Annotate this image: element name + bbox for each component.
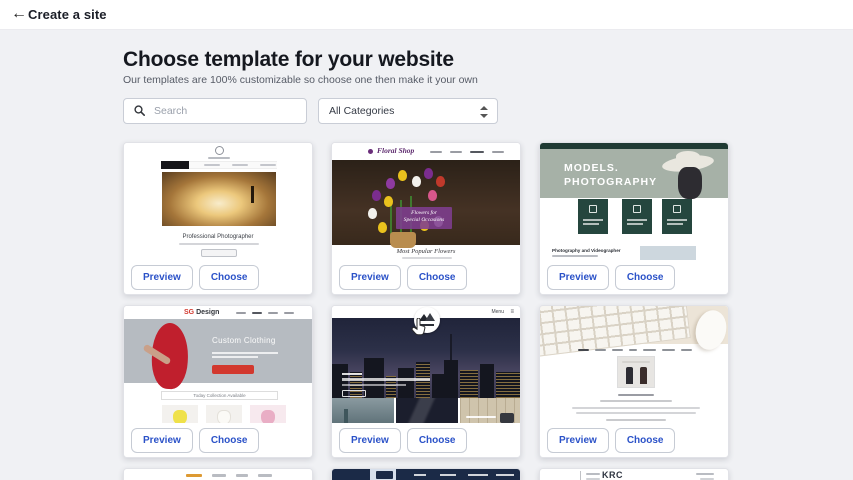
template-thumbnail-models[interactable]: MODELS. PHOTOGRAPHY Photography and Vide… bbox=[540, 143, 728, 262]
category-dropdown[interactable]: All Categories bbox=[318, 98, 498, 124]
template-cta-button bbox=[201, 249, 237, 257]
product-thumb-yellow-dress bbox=[162, 405, 198, 425]
choose-button[interactable]: Choose bbox=[615, 265, 676, 290]
top-bar: ← Create a site bbox=[0, 0, 853, 30]
template-thumbnail-photographer[interactable]: Professional Photographer bbox=[124, 143, 312, 262]
feature-box-3 bbox=[662, 199, 692, 234]
tower-spire bbox=[450, 334, 452, 360]
template-card-partial-krc: | | KRC bbox=[539, 468, 729, 480]
active-tab-marker bbox=[186, 474, 202, 477]
feature-icon bbox=[673, 205, 681, 213]
product-thumb-pink-item bbox=[250, 405, 286, 425]
sg-hero: Custom Clothing bbox=[124, 319, 312, 383]
template-thumbnail-partial-krc[interactable]: | | KRC bbox=[540, 469, 728, 480]
models-hero-line1: MODELS. bbox=[564, 162, 619, 174]
office-people-photo bbox=[617, 356, 655, 388]
card-action-bar: Preview Choose bbox=[540, 423, 728, 457]
hero-field-photo bbox=[162, 172, 276, 226]
statue-of-liberty-thumb bbox=[332, 398, 394, 425]
template-card-floral-shop: Floral Shop bbox=[331, 142, 521, 295]
preview-button[interactable]: Preview bbox=[131, 428, 193, 453]
template-card-travel-city: Menu ≡ bbox=[331, 305, 521, 458]
choose-button[interactable]: Choose bbox=[407, 428, 468, 453]
computer-mouse bbox=[692, 307, 728, 353]
navy-nav-bar bbox=[396, 469, 520, 480]
sg-hero-title: Custom Clothing bbox=[212, 336, 276, 345]
travel-outline-button bbox=[342, 390, 366, 397]
feature-icon bbox=[633, 205, 641, 213]
navy-menu-button bbox=[376, 471, 393, 479]
feature-icon bbox=[589, 205, 597, 213]
template-thumbnail-travel[interactable]: Menu ≡ bbox=[332, 306, 520, 425]
choose-button[interactable]: Choose bbox=[199, 428, 260, 453]
template-card-photographer: Professional Photographer Preview Choose bbox=[123, 142, 313, 295]
back-button[interactable]: ← bbox=[8, 3, 30, 25]
preview-button[interactable]: Preview bbox=[339, 265, 401, 290]
search-input[interactable] bbox=[154, 100, 302, 122]
product-thumb-white-dress bbox=[206, 405, 242, 425]
card-action-bar: Preview Choose bbox=[124, 423, 312, 457]
template-thumbnail-partial-tabs[interactable] bbox=[124, 469, 312, 480]
choose-button[interactable]: Choose bbox=[407, 265, 468, 290]
template-thumbnail-floral[interactable]: Floral Shop bbox=[332, 143, 520, 262]
template-card-models-photography: MODELS. PHOTOGRAPHY Photography and Vide… bbox=[539, 142, 729, 295]
card-action-bar: Preview Choose bbox=[332, 260, 520, 294]
travel-menu-label: Menu bbox=[491, 309, 504, 315]
category-selected-value: All Categories bbox=[329, 105, 394, 117]
card-action-bar: Preview Choose bbox=[332, 423, 520, 457]
preview-button[interactable]: Preview bbox=[339, 428, 401, 453]
preview-button[interactable]: Preview bbox=[547, 265, 609, 290]
template-nav-active-item bbox=[161, 161, 189, 169]
models-hero: MODELS. PHOTOGRAPHY bbox=[540, 149, 728, 198]
floral-logo-text: Floral Shop bbox=[377, 146, 414, 155]
hamburger-menu-icon: ≡ bbox=[510, 309, 514, 315]
feature-box-1 bbox=[578, 199, 608, 234]
template-thumbnail-partial-navy[interactable] bbox=[332, 469, 520, 480]
keyboard-banner-photo bbox=[540, 306, 728, 344]
template-card-partial-tabs bbox=[123, 468, 313, 480]
template-logo-mark bbox=[215, 146, 224, 155]
card-action-bar: Preview Choose bbox=[124, 260, 312, 294]
template-thumbnail-business[interactable] bbox=[540, 306, 728, 425]
page-subtitle: Our templates are 100% customizable so c… bbox=[123, 74, 478, 86]
template-card-partial-navy bbox=[331, 468, 521, 480]
choose-button[interactable]: Choose bbox=[199, 265, 260, 290]
preview-button[interactable]: Preview bbox=[131, 265, 193, 290]
night-sky-thumb bbox=[396, 398, 458, 425]
template-card-sg-design: SG Design Custom Clothing Today Collecti… bbox=[123, 305, 313, 458]
mountain-logo-badge bbox=[414, 307, 440, 333]
sg-cta-button bbox=[212, 365, 254, 374]
template-headline: Professional Photographer bbox=[124, 234, 312, 240]
search-icon bbox=[134, 105, 145, 116]
models-caption: Photography and Videographer bbox=[552, 248, 621, 253]
model-figure bbox=[678, 167, 702, 199]
page-title: Choose template for your website bbox=[123, 48, 454, 72]
map-illustration-thumb bbox=[460, 398, 520, 425]
feature-box-2 bbox=[622, 199, 652, 234]
search-box bbox=[123, 98, 307, 124]
floral-section-title: Most Popular Flowers bbox=[332, 245, 520, 255]
models-hero-line2: PHOTOGRAPHY bbox=[564, 176, 657, 188]
tulip-bouquet-photo: Flowers for Special Occasions bbox=[332, 160, 520, 245]
preview-button[interactable]: Preview bbox=[547, 428, 609, 453]
krc-logo-text: KRC bbox=[602, 470, 623, 480]
template-card-business-minimal: Preview Choose bbox=[539, 305, 729, 458]
chevron-up-down-icon bbox=[480, 105, 488, 119]
sg-section-title: Today Collection Available bbox=[161, 391, 278, 400]
card-action-bar: Preview Choose bbox=[540, 260, 728, 294]
page-header-title: Create a site bbox=[28, 7, 107, 22]
create-site-screen: ← Create a site Choose template for your… bbox=[0, 0, 853, 480]
floral-logo-icon bbox=[368, 149, 373, 154]
floral-hero-overlay: Flowers for Special Occasions bbox=[396, 207, 452, 229]
template-thumbnail-sg-design[interactable]: SG Design Custom Clothing Today Collecti… bbox=[124, 306, 312, 425]
sg-logo-text: SG Design bbox=[184, 309, 219, 316]
choose-button[interactable]: Choose bbox=[615, 428, 676, 453]
